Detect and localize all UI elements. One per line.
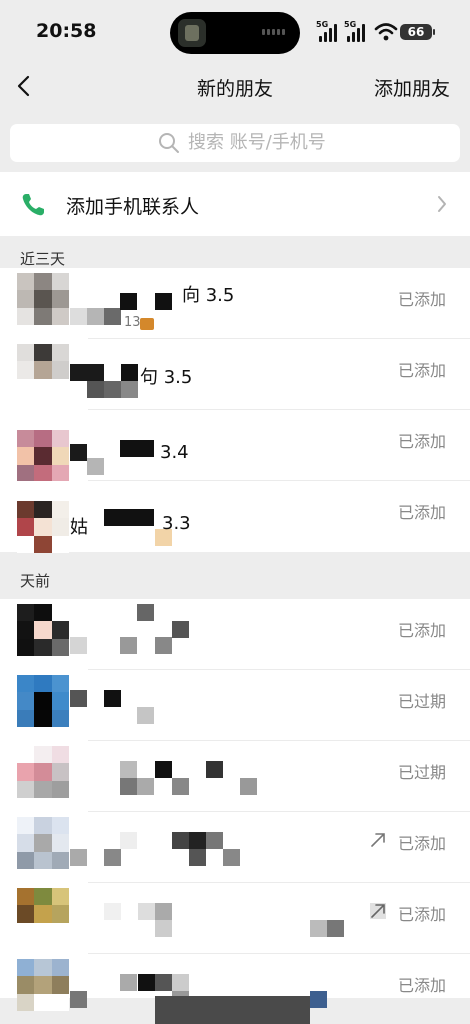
- cellular-signal-icon-2: 5G: [344, 20, 374, 42]
- search-placeholder: 搜索 账号/手机号: [188, 132, 326, 153]
- home-indicator: [155, 996, 310, 1024]
- phone-icon: [22, 194, 44, 216]
- friend-request-item[interactable]: 已过期: [0, 670, 470, 741]
- status-label: 已过期: [397, 763, 446, 782]
- friend-request-item[interactable]: 已添加: [0, 883, 470, 954]
- status-label: 已添加: [397, 621, 446, 640]
- status-label: 已添加: [397, 834, 446, 853]
- status-label: 已添加: [397, 290, 446, 309]
- status-label: 已添加: [397, 432, 446, 451]
- forward-arrow-icon: [371, 833, 385, 847]
- status-bar: 20:58 5G 5G 66: [0, 0, 470, 60]
- avatar: [17, 675, 69, 727]
- friend-request-item[interactable]: 已过期: [0, 741, 470, 812]
- section-header-earlier: 天前: [20, 572, 51, 590]
- status-label: 已添加: [397, 503, 446, 522]
- avatar: [17, 604, 69, 656]
- island-indicator: [262, 29, 288, 35]
- friend-name: [70, 893, 360, 937]
- friend-request-item[interactable]: 向 3.5 13 已添加: [0, 268, 470, 339]
- avatar: [17, 344, 69, 396]
- friend-request-item[interactable]: 已添加: [0, 812, 470, 883]
- add-friend-button[interactable]: 添加朋友: [374, 74, 450, 101]
- friend-name: [70, 751, 360, 795]
- chevron-right-icon: [438, 196, 446, 212]
- avatar: [17, 817, 69, 869]
- dynamic-island: [170, 12, 300, 54]
- avatar: [17, 273, 69, 325]
- network-type-1: 5G: [316, 20, 329, 29]
- friend-name: 3.4: [70, 420, 360, 475]
- forward-arrow-icon: [370, 903, 386, 919]
- island-app-icon: [178, 19, 206, 47]
- battery-icon: 66: [400, 24, 435, 40]
- search-icon: [159, 133, 179, 153]
- add-phone-contacts-label: 添加手机联系人: [66, 196, 200, 218]
- friend-request-item[interactable]: 已添加: [0, 954, 470, 1011]
- section-header-recent: 近三天: [20, 250, 66, 268]
- friend-request-item[interactable]: 句 3.5 已添加: [0, 339, 470, 410]
- status-time: 20:58: [36, 20, 97, 42]
- network-type-2: 5G: [344, 20, 357, 29]
- search-input[interactable]: 搜索 账号/手机号: [10, 124, 460, 162]
- wifi-icon: [374, 23, 398, 41]
- friend-name: 句 3.5: [70, 349, 360, 398]
- avatar: [17, 959, 69, 1011]
- friend-name: 向 3.5 13: [70, 278, 360, 330]
- friend-request-item[interactable]: 姑 3.3 已添加: [0, 481, 470, 553]
- friend-request-item[interactable]: 已添加: [0, 599, 470, 670]
- avatar: [17, 888, 69, 940]
- friend-request-item[interactable]: 3.4 已添加: [0, 410, 470, 482]
- status-label: 已添加: [397, 905, 446, 924]
- status-label: 已添加: [397, 976, 446, 995]
- whisky-emoji-icon: [140, 318, 154, 330]
- nav-bar: 新的朋友 添加朋友: [0, 60, 470, 112]
- status-label: 已过期: [397, 692, 446, 711]
- cellular-signal-icon: 5G: [316, 20, 346, 42]
- add-phone-contacts-row[interactable]: 添加手机联系人: [0, 172, 470, 236]
- avatar: [17, 501, 69, 553]
- friend-name: [70, 604, 360, 654]
- friend-name: 姑 3.3: [70, 491, 360, 546]
- friend-name: [70, 680, 360, 724]
- friend-name: [70, 822, 360, 866]
- avatar: [17, 430, 69, 482]
- avatar: [17, 746, 69, 798]
- status-label: 已添加: [397, 361, 446, 380]
